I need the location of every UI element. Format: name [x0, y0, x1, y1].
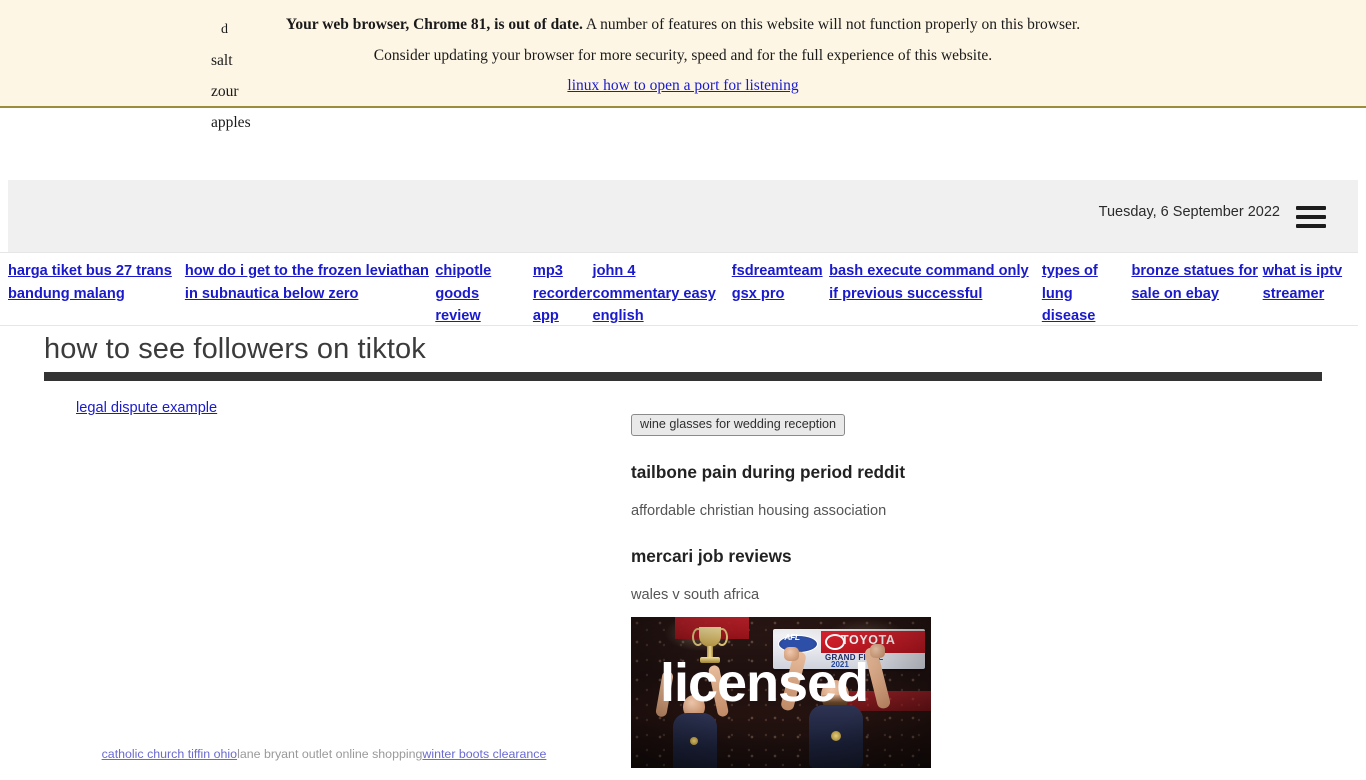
hamburger-menu-icon[interactable] — [1296, 206, 1326, 228]
nav-link-9[interactable]: what is iptv streamer — [1263, 260, 1358, 305]
hamburger-bar-3 — [1296, 224, 1326, 228]
browser-banner-rest: A number of features on this website wil… — [582, 16, 1081, 33]
right-heading-1: tailbone pain during period reddit — [631, 462, 906, 482]
browser-banner-line-2: Consider updating your browser for more … — [373, 46, 993, 64]
browser-banner-text: Your web browser, Chrome 81, is out of d… — [0, 0, 1366, 102]
right-paragraph-1: affordable christian housing association — [631, 503, 887, 519]
footer-inline-links: catholic church tiffin ohiolane bryant o… — [84, 746, 564, 780]
article-photo-wrapper: AFL TOYOTA GRAND FINAL 2021 — [631, 617, 931, 768]
browser-banner-line-1: Your web browser, Chrome 81, is out of d… — [0, 0, 1366, 41]
footer-text-1: lane bryant outlet online shopping — [237, 747, 423, 761]
hamburger-bar-2 — [1296, 215, 1326, 219]
title-underline-rule — [44, 372, 1322, 381]
footer-link-2[interactable]: winter boots clearance — [422, 747, 546, 761]
nav-link-7[interactable]: types of lung disease — [1042, 260, 1104, 328]
stray-word-column: d salt zour apples — [211, 14, 331, 138]
nav-link-4[interactable]: john 4 commentary easy english — [593, 260, 723, 328]
right-heading-2: mercari job reviews — [631, 546, 792, 566]
primary-nav-strip: harga tiket bus 27 trans bandung malang … — [0, 252, 1358, 326]
current-date-label: Tuesday, 6 September 2022 — [1098, 204, 1280, 220]
stray-word-2: zour — [211, 83, 239, 100]
browser-banner-link-row: linux how to open a port for listening — [0, 71, 1366, 102]
footer-clipped-line — [84, 763, 564, 780]
nav-link-5[interactable]: fsdreamteam gsx pro — [732, 260, 829, 305]
nav-link-8[interactable]: bronze statues for sale on ebay — [1131, 260, 1262, 305]
right-paragraph-2: wales v south africa — [631, 587, 760, 603]
licensed-watermark: licensed — [660, 653, 869, 713]
nav-link-6[interactable]: bash execute command only if previous su… — [829, 260, 1034, 305]
stray-word-3: apples — [211, 114, 251, 131]
hamburger-bar-1 — [1296, 206, 1326, 210]
article-link-legal-dispute[interactable]: legal dispute example — [76, 400, 217, 416]
utility-bar: Tuesday, 6 September 2022 — [8, 180, 1358, 252]
stray-word-0: d — [221, 22, 228, 37]
nav-link-0[interactable]: harga tiket bus 27 trans bandung malang — [8, 260, 185, 305]
nav-link-1[interactable]: how do i get to the frozen leviathan in … — [185, 260, 435, 305]
nav-link-3[interactable]: mp3 recorder app — [533, 260, 593, 328]
browser-banner-update-link[interactable]: linux how to open a port for listening — [567, 77, 798, 94]
footer-link-0[interactable]: catholic church tiffin ohio — [102, 747, 237, 761]
stray-word-1: salt — [211, 52, 233, 69]
right-content-column: wine glasses for wedding reception tailb… — [631, 414, 1091, 604]
browser-outdated-banner: Your web browser, Chrome 81, is out of d… — [0, 0, 1366, 108]
page-title: how to see followers on tiktok — [44, 333, 426, 365]
tag-badge[interactable]: wine glasses for wedding reception — [631, 414, 846, 436]
nav-link-2[interactable]: chipotle goods review — [435, 260, 499, 328]
